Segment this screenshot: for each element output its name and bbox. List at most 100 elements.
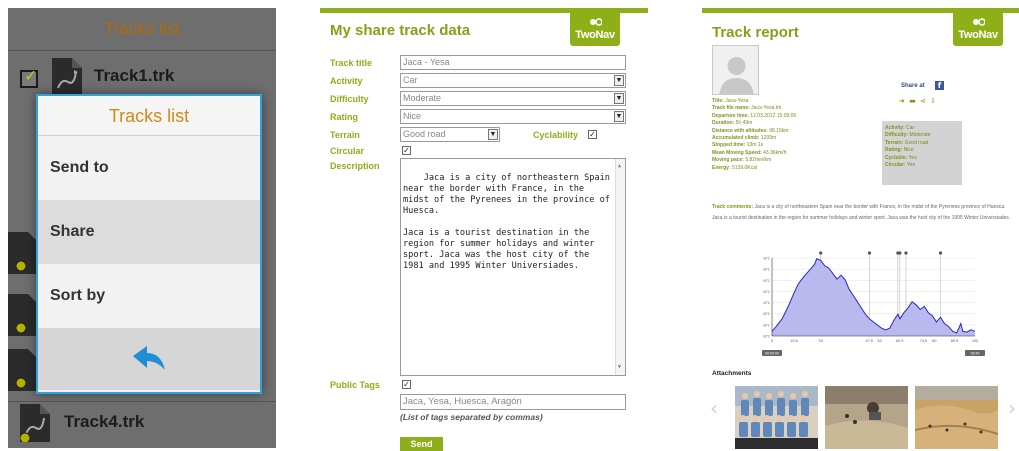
back-button[interactable] xyxy=(38,328,260,390)
track-name: Track1.trk xyxy=(94,66,175,85)
stat-value: 5139.0Kcal xyxy=(730,164,758,171)
stat-value: 43.36km/h xyxy=(761,149,787,156)
dropdown-arrow-icon: ▼ xyxy=(614,75,624,86)
share-track-form: TwoNav My share track data Track title J… xyxy=(320,8,648,451)
track-file-icon xyxy=(20,404,50,442)
track-file-icon xyxy=(8,349,36,391)
attachments-label: Attachments xyxy=(712,370,752,377)
elevation-area xyxy=(772,258,975,336)
tags-input[interactable]: Jaca, Yesa, Huesca, Aragón xyxy=(400,394,626,410)
y-tick-label: 871 xyxy=(763,334,770,339)
stat-row: Mean Moving Speed: 43.36km/h xyxy=(712,150,882,157)
x-tick-label: 0 xyxy=(771,339,773,343)
scroll-up-icon[interactable]: ▲ xyxy=(618,161,621,172)
description-textarea[interactable]: Jaca is a city of northeastern Spain nea… xyxy=(400,158,626,376)
logo-text: TwoNav xyxy=(958,29,998,41)
logo-mark-icon xyxy=(973,18,985,26)
send-button[interactable]: Send xyxy=(400,437,443,451)
carousel-next-icon[interactable]: › xyxy=(1008,396,1016,420)
cyclability-checkbox[interactable]: ✓ xyxy=(588,130,597,139)
terrain-select[interactable]: Good road ▼ xyxy=(400,127,500,142)
waypoint-marker xyxy=(898,251,902,255)
track-row-4[interactable]: Track4.trk xyxy=(8,398,276,448)
share-icon[interactable]: ⋖ xyxy=(920,97,927,105)
x-tick-label: 24 xyxy=(819,339,823,343)
avatar xyxy=(712,45,759,95)
attachment-photo-team[interactable] xyxy=(735,386,818,449)
share-actions[interactable]: ➜ ▬ ⋖ ⇩ xyxy=(899,97,937,105)
rating-select[interactable]: Nice ▼ xyxy=(400,109,626,124)
track-attributes: Activity: Car Difficulty: Moderate Terrain… xyxy=(882,121,962,185)
dropdown-arrow-icon: ▼ xyxy=(488,129,498,140)
stat-row: Energy: 5139.0Kcal xyxy=(712,165,882,172)
menu-item-send-to[interactable]: Send to xyxy=(38,136,260,200)
stat-value: 98.15km xyxy=(767,127,789,134)
logo-mark-icon xyxy=(590,18,602,26)
stat-key: Distance with altitudes: xyxy=(712,127,768,134)
waypoint-marker xyxy=(867,251,872,255)
stat-value: Jaca-Yesa.trk xyxy=(749,105,782,112)
public-tags-checkbox[interactable]: ✓ xyxy=(402,380,411,389)
stat-value: 1209m xyxy=(759,135,777,142)
track-file-icon xyxy=(8,294,36,336)
stat-row: Rating: Nice xyxy=(885,147,959,154)
difficulty-select[interactable]: Moderate ▼ xyxy=(400,91,626,106)
y-tick-label: 871 xyxy=(763,267,770,272)
y-tick-label: 871 xyxy=(763,256,770,261)
menu-item-sort-by[interactable]: Sort by xyxy=(38,264,260,328)
stat-key: Title: xyxy=(712,98,724,104)
stat-key: Duration: xyxy=(712,120,735,127)
time-label: 05:49 xyxy=(971,352,980,356)
carousel-prev-icon[interactable]: ‹ xyxy=(710,396,718,420)
x-tick-label: 74.6 xyxy=(920,339,927,343)
scrollbar[interactable]: ▲ ▼ xyxy=(615,159,625,375)
stat-key: Stopped time: xyxy=(712,142,746,149)
phone-screen: Tracks list ✓ Track1.trk Track4.trk Trac… xyxy=(8,8,276,448)
x-tick-label: 10.8 xyxy=(790,339,797,343)
circular-checkbox[interactable]: ✓ xyxy=(402,146,411,155)
page-title: Track report xyxy=(712,24,799,41)
attachment-photo-trail[interactable] xyxy=(825,386,908,449)
track-file-icon xyxy=(8,232,36,274)
track-title-input[interactable]: Jaca - Yesa xyxy=(400,55,626,70)
waypoint-marker xyxy=(938,251,943,255)
attachment-photo-dunes[interactable] xyxy=(915,386,998,449)
stat-row: Departure time: 12.03.2012 15:09:05 xyxy=(712,113,882,120)
stat-key: Accumulated climb: xyxy=(712,135,760,142)
label-difficulty: Difficulty xyxy=(330,94,369,104)
facebook-icon[interactable]: f xyxy=(935,81,944,90)
label-rating: Rating xyxy=(330,112,358,122)
scroll-down-icon[interactable]: ▼ xyxy=(618,362,621,373)
waypoint-marker xyxy=(819,251,823,255)
x-tick-label: 100 xyxy=(972,339,978,343)
time-label: 00:00:00 xyxy=(765,352,779,356)
mail-icon[interactable]: ▬ xyxy=(909,97,917,105)
stat-value: Good road xyxy=(903,139,929,146)
download-icon[interactable]: ⇩ xyxy=(930,97,937,105)
comments-label: Track comments: xyxy=(712,204,754,210)
stat-value: 12.03.2012 15:09:05 xyxy=(748,112,797,119)
stat-value: Nice xyxy=(902,147,914,154)
x-tick-label: 62.9 xyxy=(896,339,903,343)
menu-title: Tracks list xyxy=(38,96,260,136)
stat-row: Track file name: Jaca-Yesa.trk xyxy=(712,105,882,112)
label-cyclability: Cyclability xyxy=(533,130,579,140)
stat-value: Car xyxy=(904,125,915,131)
stat-value: Yes xyxy=(907,154,917,161)
stat-key: Rating: xyxy=(885,147,903,154)
tags-hint: (List of tags separated by commas) xyxy=(400,412,543,422)
menu-item-share[interactable]: Share xyxy=(38,200,260,264)
share-at-label: Share at xyxy=(901,83,925,89)
stat-key: Moving pace: xyxy=(712,157,744,164)
context-menu: Tracks list Send to Share Sort by xyxy=(36,94,262,394)
stat-key: Activity: xyxy=(885,125,905,131)
activity-select[interactable]: Car ▼ xyxy=(400,73,626,88)
page-title: My share track data xyxy=(330,22,471,39)
y-tick-label: 871 xyxy=(763,289,770,294)
y-tick-label: 871 xyxy=(763,322,770,327)
stat-value: 5h 49m xyxy=(734,120,753,127)
track-name: Track4.trk xyxy=(64,412,145,431)
track-checkbox[interactable]: ✓ xyxy=(20,66,38,88)
export-icon[interactable]: ➜ xyxy=(899,97,906,105)
x-tick-label: 89.9 xyxy=(951,339,958,343)
